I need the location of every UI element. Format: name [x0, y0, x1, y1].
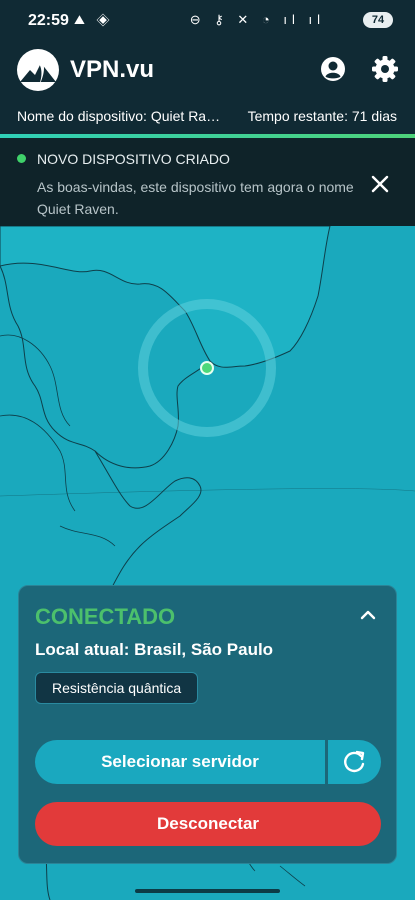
battery-icon: 74 [363, 12, 393, 28]
time-remaining-label: Tempo restante: 71 dias [247, 108, 397, 124]
status-bar: 22:59 ⛰ ◈ ⊖ ⚷ ✕ ◔ ıl ıl 74 [0, 0, 415, 40]
notice-text: As boas-vindas, este dispositivo tem ago… [37, 179, 354, 217]
system-icons: ⊖ ⚷ ✕ ◔ ıl ıl [189, 12, 325, 27]
status-dot-icon [17, 154, 26, 163]
gesture-bar[interactable] [135, 889, 280, 893]
refresh-button[interactable] [328, 740, 381, 784]
chevron-up-icon[interactable] [355, 602, 381, 628]
notification-icons: ⛰ ◈ [74, 12, 114, 27]
app-header: VPN.vu Nome do dispositivo: Quiet Raven … [0, 40, 415, 136]
close-icon[interactable] [368, 172, 392, 196]
select-server-button[interactable]: Selecionar servidor [35, 740, 325, 784]
device-name-label: Nome do dispositivo: Quiet Raven [17, 108, 222, 124]
account-icon[interactable] [318, 54, 348, 84]
refresh-icon [344, 750, 365, 773]
vpn-logo-icon [17, 49, 59, 91]
quantum-resistance-badge: Resistência quântica [35, 672, 199, 704]
clock: 22:59 [28, 12, 69, 29]
connection-status: CONECTADO [35, 604, 176, 629]
connection-panel: CONECTADO Local atual: Brasil, São Paulo… [18, 585, 397, 864]
device-created-notice: NOVO DISPOSITIVO CRIADO As boas-vindas, … [0, 138, 415, 226]
location-marker-icon [200, 361, 214, 375]
disconnect-button[interactable]: Desconectar [35, 802, 381, 846]
current-location: Local atual: Brasil, São Paulo [35, 640, 274, 659]
settings-icon[interactable] [370, 54, 400, 84]
brand-name: VPN.vu [70, 56, 155, 83]
notice-title: NOVO DISPOSITIVO CRIADO [37, 151, 230, 167]
